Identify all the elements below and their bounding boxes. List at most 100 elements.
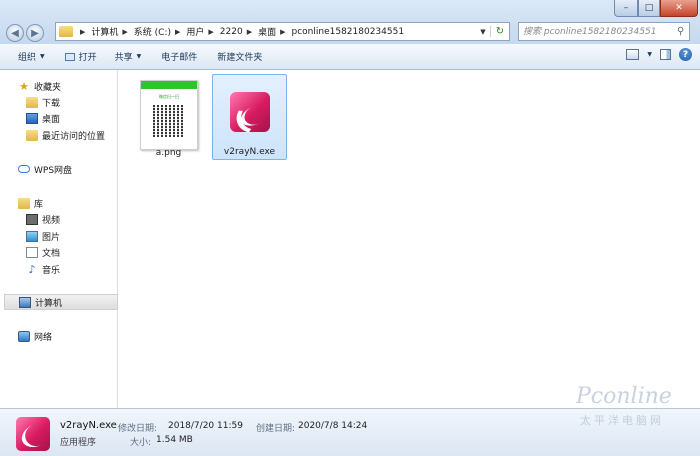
nav-label: WPS网盘 (34, 165, 73, 176)
nav-wps-cloud[interactable]: WPS网盘 (18, 161, 117, 177)
file-name: v2rayN.exe (223, 147, 276, 157)
size-label: 大小: (130, 438, 152, 448)
nav-favorites[interactable]: ★ 收藏夹 (18, 78, 117, 94)
email-button[interactable]: 电子邮件 (161, 50, 207, 63)
cloud-icon (18, 165, 30, 173)
open-label: 打开 (78, 53, 97, 63)
refresh-icon: ↻ (495, 26, 505, 37)
network-icon (18, 330, 30, 342)
close-button[interactable]: ✕ (660, 0, 698, 17)
nav-network[interactable]: 网络 (18, 328, 117, 344)
open-button[interactable]: 打开 (64, 50, 107, 63)
chevron-right-icon[interactable]: ▶ (247, 28, 252, 36)
modified-label: 修改日期: (118, 424, 158, 434)
address-bar[interactable]: ▶ 计算机 ▶ 系统 (C:) ▶ 用户 ▶ 2220 ▶ 桌面 ▶ pconl… (55, 22, 510, 41)
details-file-name: v2rayN.exe (60, 420, 117, 431)
nav-label: 库 (34, 199, 44, 210)
nav-recent-places[interactable]: 最近访问的位置 (26, 127, 117, 143)
forward-button[interactable]: ▶ (26, 24, 44, 42)
view-options-dropdown[interactable]: ▼ (647, 51, 652, 58)
v2rayn-app-icon (230, 92, 270, 132)
desktop-icon (26, 112, 38, 124)
command-bar: 组织 ▼ 打开 共享 ▼ 电子邮件 新建文件夹 ▼ ? (0, 44, 700, 70)
arrow-right-icon: ▶ (31, 27, 39, 39)
arrow-left-icon: ◀ (11, 27, 19, 39)
created-value: 2020/7/8 14:24 (298, 421, 368, 431)
folder-icon (59, 26, 73, 37)
nav-downloads[interactable]: 下载 (26, 94, 117, 110)
breadcrumb-desktop[interactable]: 桌面 (258, 25, 276, 38)
nav-desktop[interactable]: 桌面 (26, 110, 117, 126)
help-icon[interactable]: ? (679, 48, 692, 61)
nav-documents[interactable]: 文档 (26, 244, 117, 260)
nav-label: 图片 (42, 232, 61, 243)
new-folder-button[interactable]: 新建文件夹 (217, 50, 272, 63)
nav-libraries[interactable]: 库 (18, 195, 117, 211)
nav-label: 最近访问的位置 (42, 131, 106, 142)
music-note-icon: ♪ (28, 262, 36, 276)
navigation-pane: ★ 收藏夹 下载 桌面 最近访问的位置 WPS网盘 库 视频 图片 文档 ♪ 音乐 (0, 70, 118, 408)
pictures-icon (26, 230, 38, 242)
video-icon (26, 213, 38, 225)
refresh-button[interactable]: ↻ (490, 26, 509, 37)
details-file-type: 应用程序 (60, 438, 97, 448)
nav-pictures[interactable]: 图片 (26, 228, 117, 244)
maximize-button[interactable]: □ (638, 0, 660, 17)
breadcrumb-folder[interactable]: pconline1582180234551 (292, 27, 405, 37)
nav-label: 收藏夹 (34, 82, 62, 93)
watermark-brand: Pconline (576, 384, 672, 409)
nav-label: 网络 (34, 332, 53, 343)
share-label: 共享 (114, 53, 133, 63)
breadcrumb-users[interactable]: 用户 (186, 25, 204, 38)
chevron-right-icon[interactable]: ▶ (208, 28, 213, 36)
pconline-watermark: Pconline 太平洋电脑网 (566, 384, 696, 428)
change-view-icon[interactable] (626, 49, 640, 60)
chevron-right-icon[interactable]: ▶ (122, 28, 127, 36)
watermark-subtitle: 太平洋电脑网 (580, 414, 664, 427)
title-bar: – □ ✕ ◀ ▶ ▶ 计算机 ▶ 系统 (C:) ▶ 用户 ▶ 2220 ▶ … (0, 0, 700, 44)
star-icon: ★ (19, 79, 29, 93)
breadcrumb-drive-c[interactable]: 系统 (C:) (134, 25, 171, 38)
preview-pane-icon[interactable] (660, 49, 671, 60)
nav-label: 文档 (42, 248, 61, 259)
downloads-folder-icon (26, 96, 38, 108)
file-item-png[interactable]: 微信扫一扫 a.png (131, 74, 206, 160)
file-list[interactable]: 微信扫一扫 a.png v2rayN.exe (118, 70, 700, 408)
document-icon (26, 246, 38, 258)
qr-code-icon (153, 105, 185, 137)
organize-button[interactable]: 组织 ▼ (18, 50, 55, 63)
chevron-right-icon[interactable]: ▶ (175, 28, 180, 36)
modified-value: 2018/7/20 11:59 (168, 421, 243, 431)
search-icon[interactable]: ⚲ (677, 26, 684, 37)
chevron-right-icon[interactable]: ▶ (280, 28, 285, 36)
nav-videos[interactable]: 视频 (26, 211, 117, 227)
thumbnail-title: 微信扫一扫 (159, 94, 179, 99)
share-button[interactable]: 共享 ▼ (115, 50, 152, 63)
breadcrumb-user[interactable]: 2220 (220, 27, 243, 37)
nav-label: 桌面 (42, 114, 61, 125)
created-label: 创建日期: (256, 424, 296, 434)
back-button[interactable]: ◀ (6, 24, 24, 42)
nav-computer[interactable]: 计算机 (4, 294, 118, 310)
search-box[interactable]: ⚲ (518, 22, 690, 41)
chevron-down-icon: ▼ (40, 53, 45, 60)
nav-label: 下载 (42, 98, 61, 109)
search-input[interactable] (519, 24, 677, 39)
chevron-down-icon: ▼ (136, 53, 142, 60)
nav-music[interactable]: ♪ 音乐 (26, 261, 117, 277)
image-thumbnail: 微信扫一扫 (140, 80, 198, 150)
nav-label: 计算机 (35, 298, 63, 309)
organize-label: 组织 (18, 53, 37, 63)
file-item-exe[interactable]: v2rayN.exe (212, 74, 287, 160)
nav-label: 音乐 (42, 265, 61, 276)
minimize-button[interactable]: – (614, 0, 638, 17)
recent-places-icon (26, 129, 38, 141)
open-icon (64, 52, 75, 61)
breadcrumb-computer[interactable]: 计算机 (91, 25, 118, 38)
library-icon (18, 197, 30, 209)
chevron-right-icon: ▶ (80, 27, 86, 36)
explorer-window: – □ ✕ ◀ ▶ ▶ 计算机 ▶ 系统 (C:) ▶ 用户 ▶ 2220 ▶ … (0, 0, 700, 456)
address-dropdown-button[interactable]: ▼ (476, 28, 490, 36)
nav-label: 视频 (42, 215, 61, 226)
v2rayn-app-icon (16, 417, 50, 451)
